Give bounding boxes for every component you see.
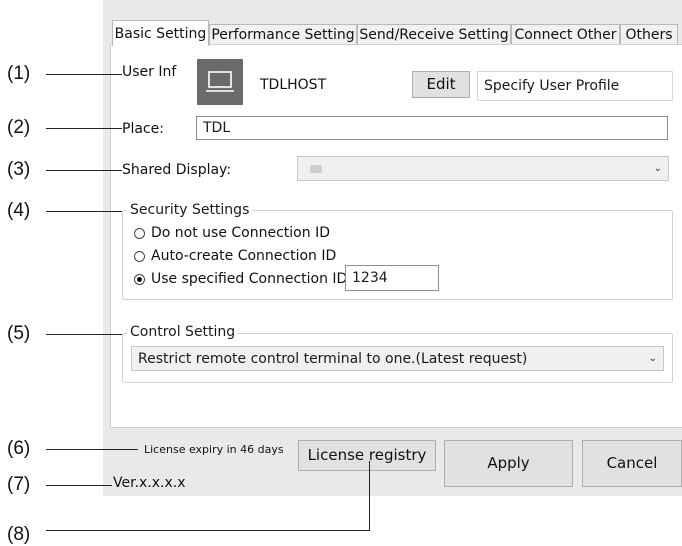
callout-8: (8)	[7, 524, 31, 545]
radio-auto-create-connection-id[interactable]	[134, 251, 145, 262]
host-name: TDLHOST	[260, 77, 327, 93]
connection-id-input[interactable]: 1234	[345, 265, 439, 291]
tab-send-receive-setting[interactable]: Send/Receive Setting	[357, 24, 511, 46]
radio-no-connection-id[interactable]	[134, 228, 145, 239]
shared-display-label: Shared Display:	[122, 162, 232, 178]
computer-icon	[197, 59, 243, 105]
tab-basic-setting[interactable]: Basic Setting	[112, 20, 209, 46]
shared-display-swatch	[310, 165, 322, 173]
radio-specified-connection-id[interactable]	[134, 274, 145, 285]
edit-button[interactable]: Edit	[412, 71, 470, 98]
callout-8-connector	[369, 461, 370, 531]
callout-7: (7)	[7, 474, 31, 495]
callout-4-line	[46, 211, 122, 212]
callout-6: (6)	[7, 438, 31, 459]
callout-1: (1)	[7, 63, 31, 84]
apply-button[interactable]: Apply	[444, 440, 573, 487]
chevron-down-icon: ⌄	[648, 353, 657, 364]
control-setting-title: Control Setting	[127, 324, 239, 340]
tab-others[interactable]: Others	[620, 24, 678, 46]
tab-connect-other[interactable]: Connect Other	[511, 24, 620, 46]
place-label: Place:	[122, 121, 164, 137]
callout-6-line	[46, 449, 138, 450]
specify-user-profile-field[interactable]: Specify User Profile	[477, 71, 673, 101]
security-settings-title: Security Settings	[127, 202, 253, 218]
callout-2-line	[46, 128, 122, 129]
license-expiry-text: License expiry in 46 days	[144, 443, 284, 456]
control-setting-value: Restrict remote control terminal to one.…	[138, 351, 528, 367]
license-registry-button[interactable]: License registry	[298, 440, 436, 471]
callout-7-line	[46, 485, 112, 486]
cancel-button[interactable]: Cancel	[582, 440, 682, 487]
chevron-down-icon: ⌄	[653, 163, 662, 174]
version-text: Ver.x.x.x.x	[113, 475, 186, 491]
radio-specified-connection-id-label: Use specified Connection ID	[151, 271, 348, 287]
callout-8-line	[46, 530, 370, 531]
callout-4: (4)	[7, 200, 31, 221]
callout-2: (2)	[7, 117, 31, 138]
shared-display-select[interactable]: ⌄	[297, 156, 669, 181]
tab-performance-setting[interactable]: Performance Setting	[209, 24, 357, 46]
place-input[interactable]: TDL	[196, 116, 668, 140]
callout-5-line	[46, 334, 122, 335]
callout-3: (3)	[7, 159, 31, 180]
callout-1-line	[46, 74, 122, 75]
callout-3-line	[46, 170, 122, 171]
radio-no-connection-id-label: Do not use Connection ID	[151, 225, 330, 241]
callout-5: (5)	[7, 323, 31, 344]
control-setting-select[interactable]: Restrict remote control terminal to one.…	[131, 346, 664, 371]
radio-auto-create-connection-id-label: Auto-create Connection ID	[151, 248, 337, 264]
user-info-label: User Inf	[122, 64, 177, 80]
